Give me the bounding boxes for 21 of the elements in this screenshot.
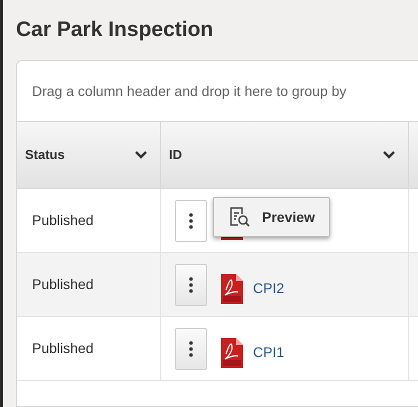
kebab-icon xyxy=(189,212,193,228)
pdf-file-icon xyxy=(221,274,243,304)
group-hint: Drag a column header and drop it here to group by xyxy=(32,82,346,101)
row-actions-button[interactable] xyxy=(175,264,207,306)
column-header[interactable]: ID xyxy=(161,122,409,188)
row-actions-button[interactable] xyxy=(175,328,207,370)
page-title: Car Park Inspection xyxy=(16,17,214,44)
document-link[interactable]: CPI1 xyxy=(253,342,284,363)
document-search-icon xyxy=(228,206,250,228)
status-cell-text: Published xyxy=(32,211,94,230)
status-cell-text: Published xyxy=(32,339,94,358)
chevron-down-icon[interactable] xyxy=(382,150,396,160)
pdf-file-icon xyxy=(221,338,243,368)
status-cell-text: Published xyxy=(32,275,94,294)
preview-menu-item[interactable]: Preview xyxy=(214,198,329,236)
column-header[interactable]: Status xyxy=(17,122,161,188)
row-actions-button[interactable] xyxy=(175,200,207,242)
kebab-icon xyxy=(189,340,193,356)
kebab-icon xyxy=(189,276,193,292)
chevron-down-icon[interactable] xyxy=(134,150,148,160)
document-link[interactable]: CPI2 xyxy=(253,278,284,299)
